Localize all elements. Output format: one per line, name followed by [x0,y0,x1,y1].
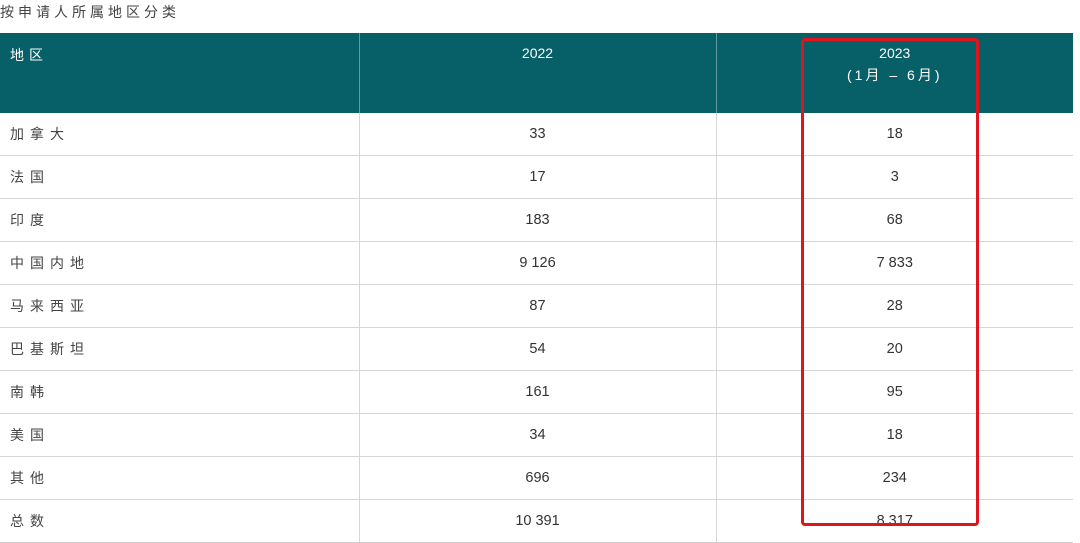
row-region: 法国 [0,155,360,199]
row-value-2022: 33 [359,113,717,156]
table-row-total: 总数 10 391 8 317 [0,499,1073,543]
row-value-2023: 20 [716,327,1073,371]
table-row: 美国 34 18 [0,413,1073,457]
table-row: 中国内地 9 126 7 833 [0,241,1073,285]
row-region: 加拿大 [0,113,360,156]
table-row: 巴基斯坦 54 20 [0,327,1073,371]
table-header: 地区 2022 2023 (1月 – 6月) [0,33,1073,113]
row-value-2022: 183 [359,198,717,242]
row-region: 其他 [0,456,360,500]
row-region: 总数 [0,499,360,543]
row-value-2023: 28 [716,284,1073,328]
row-value-2023: 68 [716,198,1073,242]
row-value-2022: 161 [359,370,717,414]
row-region: 南韩 [0,370,360,414]
header-2023-label: 2023 [879,45,911,61]
table-caption: 按申请人所属地区分类 [0,5,180,21]
applicant-region-table: 地区 2022 2023 (1月 – 6月) 加拿大 33 18 法国 17 3… [0,33,1073,543]
header-2023: 2023 (1月 – 6月) [716,33,1073,113]
row-region: 中国内地 [0,241,360,285]
row-value-2022: 87 [359,284,717,328]
header-region: 地区 [0,33,360,113]
header-row: 地区 2022 2023 (1月 – 6月) [0,33,1073,113]
row-value-2023: 8 317 [716,499,1073,543]
row-value-2023: 95 [716,370,1073,414]
row-region: 巴基斯坦 [0,327,360,371]
header-2023-period: (1月 – 6月) [847,67,943,83]
row-value-2022: 34 [359,413,717,457]
row-region: 印度 [0,198,360,242]
header-2022: 2022 [359,33,717,113]
row-region: 美国 [0,413,360,457]
row-value-2022: 9 126 [359,241,717,285]
table-row: 加拿大 33 18 [0,113,1073,156]
row-region: 马来西亚 [0,284,360,328]
table-row: 印度 183 68 [0,198,1073,242]
table-row: 马来西亚 87 28 [0,284,1073,328]
table-body: 加拿大 33 18 法国 17 3 印度 183 68 中国内地 9 126 7… [0,113,1073,543]
row-value-2023: 3 [716,155,1073,199]
row-value-2023: 234 [716,456,1073,500]
table-row: 法国 17 3 [0,155,1073,199]
table-row: 南韩 161 95 [0,370,1073,414]
row-value-2022: 54 [359,327,717,371]
row-value-2023: 18 [716,413,1073,457]
header-2022-label: 2022 [521,45,554,61]
row-value-2022: 696 [359,456,717,500]
row-value-2022: 17 [359,155,717,199]
row-value-2023: 7 833 [716,241,1073,285]
row-value-2022: 10 391 [359,499,717,543]
row-value-2023: 18 [716,113,1073,156]
table-row: 其他 696 234 [0,456,1073,500]
